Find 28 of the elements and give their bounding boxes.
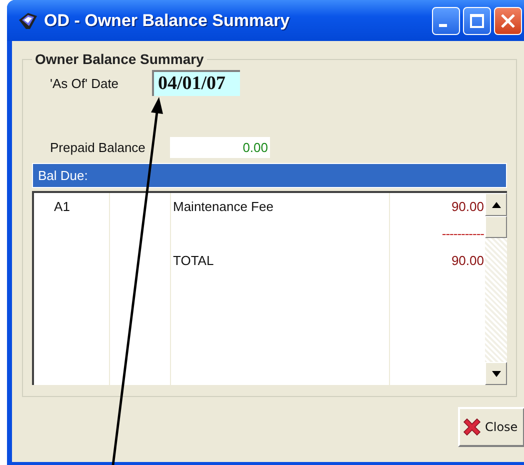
close-icon (501, 14, 515, 28)
minimize-icon (439, 24, 447, 27)
scroll-up-button[interactable] (485, 193, 507, 216)
scroll-down-button[interactable] (485, 362, 507, 385)
prepaid-balance-field[interactable]: 0.00 (170, 136, 270, 158)
maximize-icon (470, 14, 484, 28)
dashed-rule: ----------- (442, 226, 484, 241)
table-cell: 90.00 (451, 199, 484, 214)
scroll-thumb[interactable] (485, 216, 507, 238)
app-icon (18, 12, 38, 30)
up-arrow-icon (492, 202, 500, 208)
close-window-button[interactable] (494, 6, 522, 34)
close-icon (462, 417, 482, 437)
section-header: Bal Due: (32, 163, 507, 188)
close-button[interactable]: Close (458, 407, 524, 447)
window-title: OD - Owner Balance Summary (44, 10, 291, 30)
date-field[interactable]: 04/01/07 (152, 70, 240, 96)
prepaid-balance-label: Prepaid Balance (50, 140, 146, 154)
down-arrow-icon (492, 370, 500, 376)
maximize-button[interactable] (463, 6, 491, 34)
table-cell: A1 (54, 199, 70, 214)
group-title: Owner Balance Summary (34, 51, 205, 67)
date-label: 'As Of' Date (50, 76, 120, 90)
scrollbar[interactable] (485, 193, 507, 385)
minimize-button[interactable] (432, 6, 460, 34)
table-cell: 90.00 (451, 253, 484, 268)
table-cell: TOTAL (173, 253, 214, 268)
table-cell: Maintenance Fee (173, 199, 274, 214)
